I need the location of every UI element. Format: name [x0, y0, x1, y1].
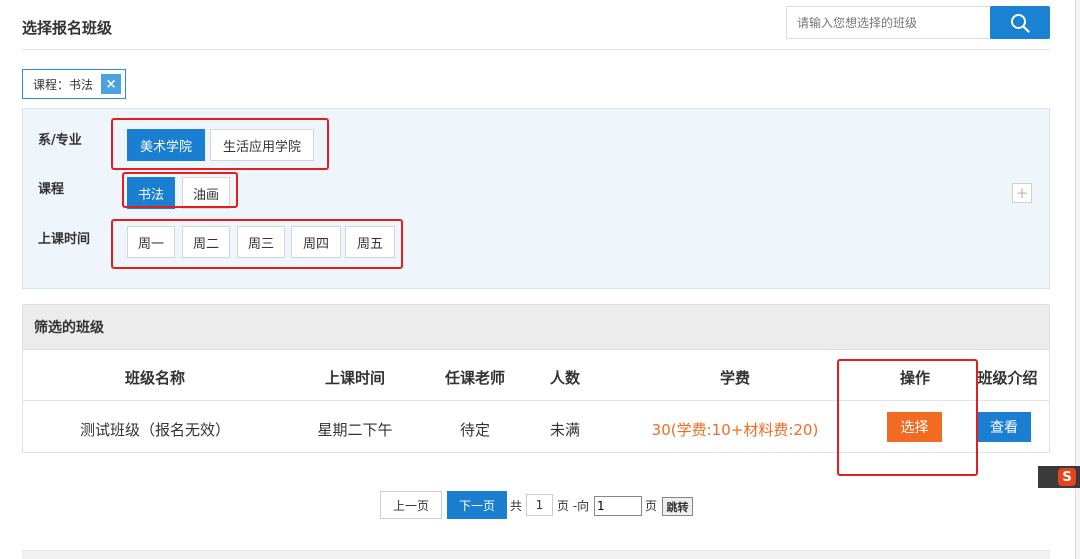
total-prefix: 共 [510, 499, 523, 513]
column-header-intro: 班级介绍 [977, 369, 1038, 387]
page-header: 选择报名班级 [22, 6, 1050, 50]
select-class-button[interactable]: 选择 [887, 412, 942, 442]
cell-class-name: 测试班级（报名无效） [79, 421, 230, 439]
column-header-name: 班级名称 [124, 369, 185, 387]
search-button[interactable] [990, 6, 1050, 39]
course-option-oil-painting[interactable]: 油画 [182, 177, 230, 209]
schedule-option-wednesday[interactable]: 周三 [237, 226, 285, 258]
search-icon [1011, 13, 1030, 33]
column-header-fee: 学费 [719, 369, 750, 387]
course-label: 课程 [38, 182, 65, 197]
active-filter-label: 课程：书法 [33, 77, 94, 92]
sogou-ime-icon: S [1058, 468, 1076, 486]
expand-plus-icon[interactable]: + [1012, 183, 1032, 203]
column-header-time: 上课时间 [324, 369, 385, 387]
schedule-option-monday[interactable]: 周一 [127, 226, 175, 258]
remove-filter-icon[interactable]: × [101, 74, 122, 94]
results-title: 筛选的班级 [23, 305, 1049, 350]
cell-teacher: 待定 [459, 421, 490, 439]
filter-panel: 系/专业 美术学院 生活应用学院 课程 书法 油画 + 上课时间 周一 周二 周… [22, 108, 1050, 289]
page-title: 选择报名班级 [22, 19, 113, 37]
course-option-calligraphy[interactable]: 书法 [127, 177, 175, 209]
bottom-panel-edge [22, 550, 1050, 559]
cell-class-time: 星期二下午 [317, 421, 393, 439]
jump-button[interactable]: 跳转 [662, 497, 693, 516]
schedule-option-thursday[interactable]: 周四 [291, 226, 341, 258]
column-header-capacity: 人数 [549, 369, 580, 387]
department-option-fine-arts[interactable]: 美术学院 [127, 129, 205, 161]
total-pages: 1 [526, 494, 553, 516]
schedule-option-tuesday[interactable]: 周二 [182, 226, 230, 258]
schedule-option-friday[interactable]: 周五 [345, 226, 395, 258]
next-page-button[interactable]: 下一页 [447, 491, 507, 519]
department-label: 系/专业 [38, 133, 82, 148]
column-header-action: 操作 [899, 369, 930, 387]
jump-page-input[interactable] [594, 496, 642, 516]
jump-suffix: 页 [645, 499, 658, 513]
column-header-teacher: 任课老师 [444, 369, 505, 387]
cell-fee: 30(学费:10+材料费:20) [651, 421, 819, 439]
active-filter-tag: 课程：书法 × [22, 69, 127, 99]
total-suffix: 页 -向 [557, 499, 590, 513]
prev-page-button[interactable]: 上一页 [380, 491, 442, 519]
department-option-life-applied[interactable]: 生活应用学院 [210, 129, 314, 161]
cell-capacity: 未满 [549, 421, 580, 439]
schedule-label: 上课时间 [38, 232, 91, 247]
view-intro-button[interactable]: 查看 [977, 412, 1031, 442]
search-input[interactable] [786, 6, 1008, 39]
table-divider [22, 400, 1050, 401]
ime-toolbar[interactable]: S [1038, 466, 1080, 488]
